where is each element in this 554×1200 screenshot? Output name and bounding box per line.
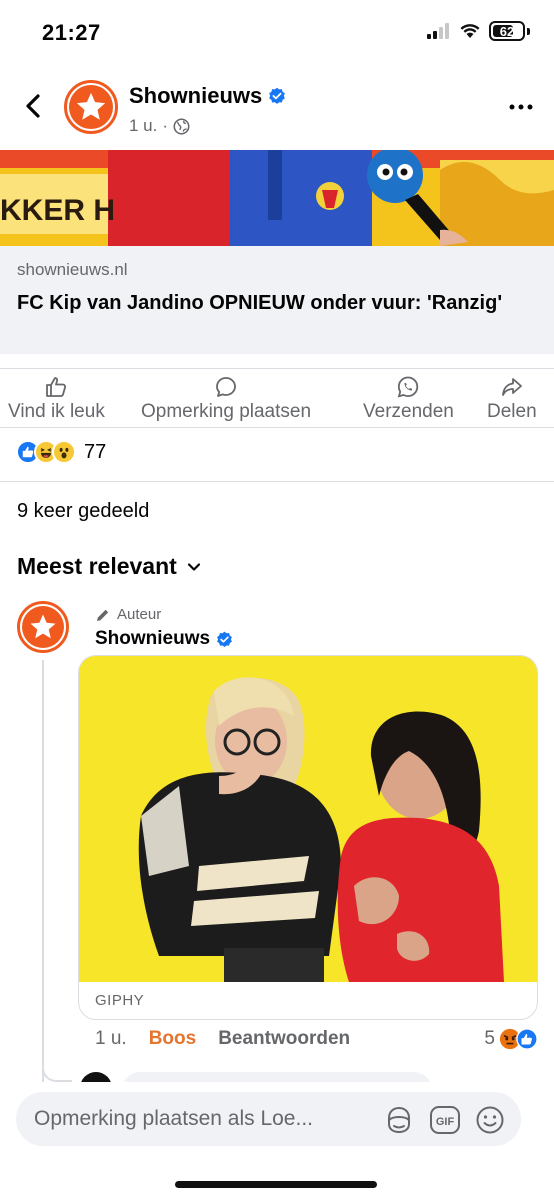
comment-reactions[interactable]: 5 bbox=[484, 1028, 538, 1050]
verified-badge-icon bbox=[217, 631, 232, 647]
share-label: Delen bbox=[487, 401, 537, 422]
thread-line bbox=[42, 660, 44, 1082]
share-count[interactable]: 9 keer gedeeld bbox=[17, 500, 149, 523]
gif-image[interactable] bbox=[79, 656, 537, 982]
pencil-icon bbox=[97, 609, 109, 621]
link-title: FC Kip van Jandino OPNIEUW onder vuur: '… bbox=[17, 292, 503, 314]
gif-icon[interactable]: GIF bbox=[429, 1105, 461, 1135]
star-logo-icon bbox=[69, 85, 113, 129]
send-label: Verzenden bbox=[363, 401, 454, 422]
comment-bubble-icon bbox=[216, 377, 236, 397]
whatsapp-icon bbox=[398, 376, 419, 398]
status-icons: 62 bbox=[427, 21, 530, 41]
reactions-summary[interactable]: 77 bbox=[16, 440, 106, 464]
composer-icons: GIF bbox=[383, 1104, 505, 1136]
link-preview-box[interactable]: shownieuws.nl FC Kip van Jandino OPNIEUW… bbox=[0, 246, 554, 354]
link-image-illustration: KKER H bbox=[0, 150, 554, 246]
avatar-sticker-icon[interactable] bbox=[383, 1104, 415, 1136]
back-button[interactable] bbox=[16, 88, 50, 124]
comment-input-placeholder: Opmerking plaatsen als Loe... bbox=[34, 1107, 313, 1130]
share-arrow-icon bbox=[501, 378, 522, 396]
author-badge-label: Auteur bbox=[117, 606, 162, 623]
status-bar: 21:27 62 bbox=[0, 0, 554, 66]
battery-icon: 62 bbox=[489, 21, 525, 41]
comment-button[interactable]: Opmerking plaatsen bbox=[141, 375, 311, 423]
comment-author-name[interactable]: Shownieuws bbox=[95, 628, 233, 650]
globe-icon bbox=[173, 118, 190, 134]
reaction-count: 77 bbox=[84, 440, 107, 463]
link-preview-image[interactable]: KKER H bbox=[0, 150, 554, 246]
like-reaction-small-icon bbox=[516, 1028, 538, 1050]
share-button[interactable]: Delen bbox=[487, 375, 537, 423]
send-button[interactable]: Verzenden bbox=[363, 375, 454, 423]
divider bbox=[0, 481, 554, 482]
link-domain: shownieuws.nl bbox=[17, 260, 128, 279]
comment-label: Opmerking plaatsen bbox=[141, 401, 312, 422]
reaction-boos-button[interactable]: Boos bbox=[149, 1028, 197, 1050]
like-label: Vind ik leuk bbox=[8, 401, 105, 422]
comment-reaction-count: 5 bbox=[484, 1028, 495, 1049]
link-image-text: KKER H bbox=[0, 194, 115, 227]
verified-badge-icon bbox=[269, 87, 286, 104]
home-indicator bbox=[175, 1181, 377, 1188]
wifi-icon bbox=[460, 24, 480, 38]
comment-author-text[interactable]: Shownieuws bbox=[95, 628, 210, 650]
page-avatar[interactable] bbox=[64, 80, 118, 134]
page-name-text[interactable]: Shownieuws bbox=[129, 83, 262, 109]
battery-text: 62 bbox=[499, 23, 515, 39]
gif-illustration bbox=[79, 656, 537, 982]
star-logo-icon bbox=[22, 606, 64, 648]
post-actions-bar: Vind ik leuk Opmerking plaatsen Verzende… bbox=[0, 368, 554, 428]
signal-icon bbox=[427, 23, 449, 39]
more-options-button[interactable] bbox=[508, 94, 534, 120]
status-time: 21:27 bbox=[42, 20, 101, 45]
post-header: Shownieuws 1 u. · bbox=[0, 66, 554, 150]
meta-separator: · bbox=[162, 116, 169, 135]
like-button[interactable]: Vind ik leuk bbox=[8, 375, 105, 423]
emoji-icon[interactable] bbox=[475, 1105, 505, 1135]
author-badge: Auteur bbox=[95, 606, 161, 623]
comment-author-avatar[interactable] bbox=[17, 601, 69, 653]
comment-input[interactable]: Opmerking plaatsen als Loe... GIF bbox=[16, 1092, 521, 1146]
reply-button[interactable]: Beantwoorden bbox=[218, 1028, 350, 1050]
gif-attachment[interactable]: GIPHY bbox=[78, 655, 538, 1020]
sort-label: Meest relevant bbox=[17, 553, 177, 579]
wow-reaction-icon bbox=[52, 440, 76, 464]
thumbs-up-icon bbox=[46, 377, 67, 397]
battery-cap bbox=[527, 27, 530, 35]
page-name[interactable]: Shownieuws bbox=[129, 83, 286, 109]
comment-sort-dropdown[interactable]: Meest relevant bbox=[17, 553, 201, 580]
thread-curve bbox=[42, 1060, 72, 1082]
more-dots-icon bbox=[509, 104, 533, 110]
post-time[interactable]: 1 u. bbox=[129, 116, 157, 136]
comment-time: 1 u. bbox=[95, 1028, 127, 1049]
post-meta: 1 u. · bbox=[129, 116, 190, 136]
chevron-down-icon bbox=[187, 562, 200, 571]
gif-source-label: GIPHY bbox=[95, 992, 145, 1009]
chevron-left-icon bbox=[26, 94, 40, 118]
svg-text:GIF: GIF bbox=[436, 1116, 455, 1128]
comment-meta: 1 u. Boos Beantwoorden bbox=[95, 1028, 350, 1050]
